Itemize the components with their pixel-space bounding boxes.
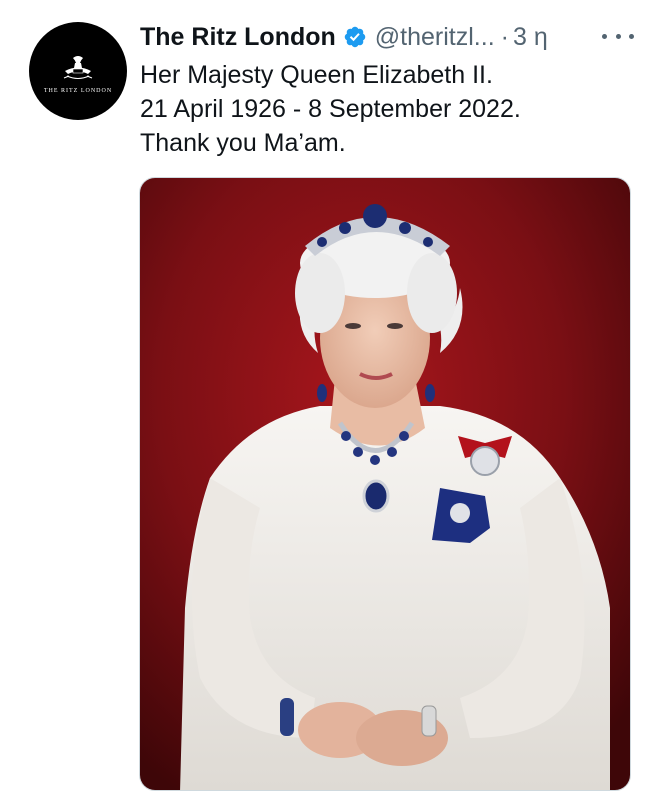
tweet-text-line: 21 April 1926 - 8 September 2022. xyxy=(140,95,521,123)
ritz-lion-crest-icon xyxy=(63,56,93,79)
tweet[interactable]: THE RITZ LONDON The Ritz London @theritz… xyxy=(0,0,660,807)
verified-badge-icon xyxy=(344,26,366,48)
tweet-text-line: Her Majesty Queen Elizabeth II. xyxy=(140,61,493,89)
tweet-header: The Ritz London @theritzl... · 3 η xyxy=(140,18,636,56)
tweet-photo[interactable] xyxy=(139,177,631,791)
portrait-image xyxy=(140,178,630,790)
more-options-icon[interactable] xyxy=(602,24,634,48)
tweet-text-line: Thank you Ma’am. xyxy=(140,129,346,157)
tweet-text: Her Majesty Queen Elizabeth II. 21 April… xyxy=(140,58,640,160)
display-name[interactable]: The Ritz London xyxy=(140,23,336,52)
avatar-logo-text: THE RITZ LONDON xyxy=(43,88,113,94)
handle[interactable]: @theritzl... xyxy=(375,23,495,52)
separator-dot: · xyxy=(500,22,509,51)
timestamp[interactable]: 3 η xyxy=(513,23,548,52)
avatar[interactable]: THE RITZ LONDON xyxy=(29,22,127,120)
